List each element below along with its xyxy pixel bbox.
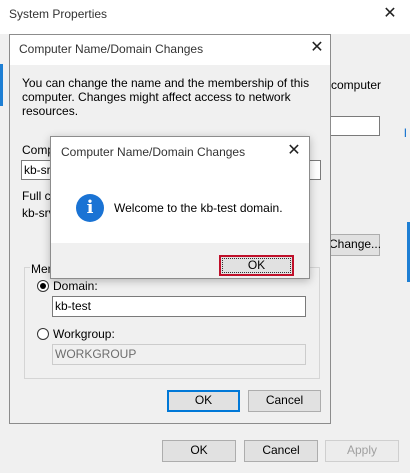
message-ok-button[interactable]: OK [219, 255, 294, 276]
partial-link-char[interactable]: l [404, 126, 407, 140]
workgroup-input[interactable]: WORKGROUP [52, 344, 306, 365]
info-icon: i [76, 194, 104, 222]
message-box-title: Computer Name/Domain Changes [61, 145, 246, 159]
domain-changes-titlebar: Computer Name/Domain Changes ✕ [10, 35, 330, 65]
change-button[interactable]: Change... [324, 234, 381, 256]
message-text: Welcome to the kb-test domain. [114, 201, 283, 215]
description-text: You can change the name and the membersh… [22, 76, 310, 118]
close-icon[interactable]: ✕ [379, 4, 401, 24]
welcome-message-box: Computer Name/Domain Changes ✕ i Welcome… [50, 136, 310, 279]
system-properties-titlebar: System Properties ✕ [0, 0, 410, 34]
domain-input[interactable]: kb-test [52, 296, 306, 317]
partial-label-computer: computer [331, 78, 382, 92]
message-box-titlebar: Computer Name/Domain Changes ✕ [51, 137, 309, 167]
domain-changes-title: Computer Name/Domain Changes [19, 42, 204, 56]
close-icon[interactable]: ✕ [283, 141, 305, 161]
system-properties-title: System Properties [9, 7, 108, 21]
system-ok-button[interactable]: OK [162, 440, 236, 462]
left-accent-bar [0, 64, 3, 106]
message-box-content-area: i Welcome to the kb-test domain. [51, 167, 309, 243]
dialog-cancel-button[interactable]: Cancel [248, 390, 321, 412]
system-cancel-button[interactable]: Cancel [244, 440, 318, 462]
workgroup-label: Workgroup: [53, 327, 115, 341]
domain-radio[interactable] [37, 280, 49, 292]
close-icon[interactable]: ✕ [306, 38, 328, 58]
workgroup-radio[interactable] [37, 328, 49, 340]
dialog-ok-button[interactable]: OK [167, 390, 240, 412]
apply-button[interactable]: Apply [325, 440, 399, 462]
partial-description-field[interactable] [330, 116, 380, 136]
domain-label: Domain: [53, 279, 98, 293]
